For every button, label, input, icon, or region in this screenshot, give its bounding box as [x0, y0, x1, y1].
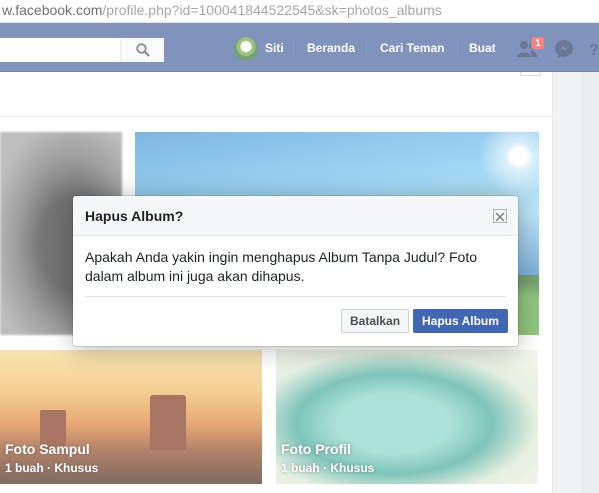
close-icon	[495, 212, 505, 222]
dialog-message: Apakah Anda yakin ingin menghapus Album …	[85, 249, 478, 284]
dialog-title: Hapus Album?	[85, 208, 184, 224]
delete-album-dialog: Hapus Album? Apakah Anda yakin ingin men…	[73, 196, 518, 346]
dialog-header: Hapus Album?	[73, 196, 518, 236]
close-button[interactable]	[493, 209, 507, 223]
cancel-button[interactable]: Batalkan	[341, 309, 410, 333]
dialog-divider	[85, 296, 506, 297]
delete-album-button[interactable]: Hapus Album	[413, 309, 508, 333]
